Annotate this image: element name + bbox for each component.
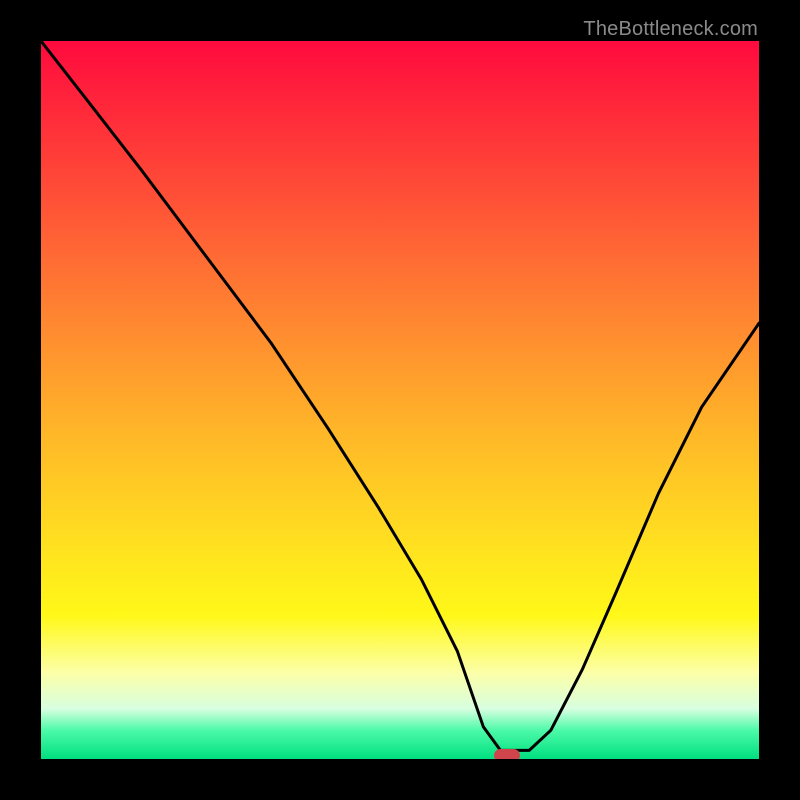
optimal-marker [494, 749, 520, 759]
watermark-text: TheBottleneck.com [583, 18, 758, 41]
plot-area [41, 41, 759, 759]
bottleneck-curve [41, 41, 759, 759]
chart-frame: TheBottleneck.com [0, 0, 800, 800]
